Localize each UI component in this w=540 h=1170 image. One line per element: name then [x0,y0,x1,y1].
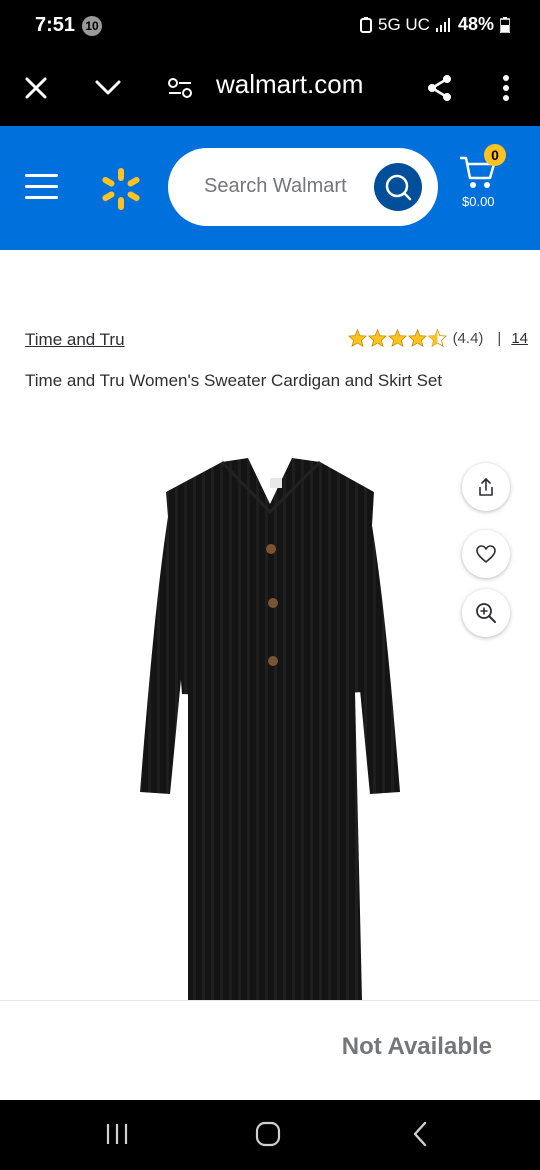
close-tab-button[interactable] [16,68,56,108]
star-icon [387,329,407,347]
site-settings-button[interactable] [160,68,200,108]
search-input[interactable]: Search Walmart [168,148,438,226]
home-icon [255,1121,281,1147]
brand-link[interactable]: Time and Tru [25,330,125,350]
search-button[interactable] [374,163,422,211]
star-icon [347,329,367,347]
network-type: 5G UC [378,14,430,34]
menu-icon [25,174,58,177]
battery-saver-icon [360,16,372,33]
collapse-button[interactable] [88,68,128,108]
add-to-favorites-button[interactable] [462,530,510,578]
notification-count-badge: 10 [82,16,102,36]
heart-icon [476,545,496,563]
review-count-link[interactable]: 14 [511,330,528,347]
star-icon [367,329,387,347]
zoom-image-button[interactable] [462,589,510,637]
rating-value: (4.4) [452,329,484,347]
menu-button[interactable] [22,172,62,202]
availability-status: Not Available [341,1033,492,1060]
battery-percent: 48% [457,14,494,34]
browser-toolbar: walmart.com [0,52,540,126]
home-button[interactable] [248,1116,288,1152]
share-page-button[interactable] [420,68,460,108]
walmart-header: Search Walmart 0 $0.00 [0,126,540,250]
product-image[interactable] [130,452,410,1000]
chevron-down-icon [95,80,121,95]
status-indicators: 5G UC 48% [360,14,510,35]
status-bar: 7:51 10 5G UC 48% [0,0,540,52]
zoom-in-icon [476,603,496,623]
url-field[interactable]: walmart.com [216,68,363,100]
search-icon [385,174,412,201]
back-button[interactable] [400,1116,440,1152]
site-settings-icon [168,78,192,98]
rating-separator: | [497,329,502,347]
half-star-icon [427,329,447,347]
rating-summary[interactable]: (4.4) | 14 [347,329,528,347]
more-vert-icon [503,75,509,101]
cart-button[interactable]: 0 $0.00 [454,144,510,214]
product-title: Time and Tru Women's Sweater Cardigan an… [25,371,443,390]
system-nav-bar [0,1100,540,1170]
share-icon [479,478,493,496]
cart-total: $0.00 [462,194,495,209]
recent-apps-button[interactable] [97,1116,137,1152]
rating-stars [347,329,447,347]
cart-count-badge: 0 [484,144,506,166]
recent-apps-icon [106,1124,128,1144]
star-icon [407,329,427,347]
clock: 7:51 [35,14,76,36]
share-product-button[interactable] [462,463,510,511]
close-icon [25,77,47,99]
back-icon [413,1121,427,1147]
search-placeholder: Search Walmart [204,175,347,197]
share-icon [428,75,451,101]
walmart-spark-logo[interactable] [98,166,144,212]
browser-menu-button[interactable] [486,68,526,108]
battery-icon [500,16,510,33]
availability-bar: Not Available [0,1000,540,1101]
signal-icon [435,17,450,32]
